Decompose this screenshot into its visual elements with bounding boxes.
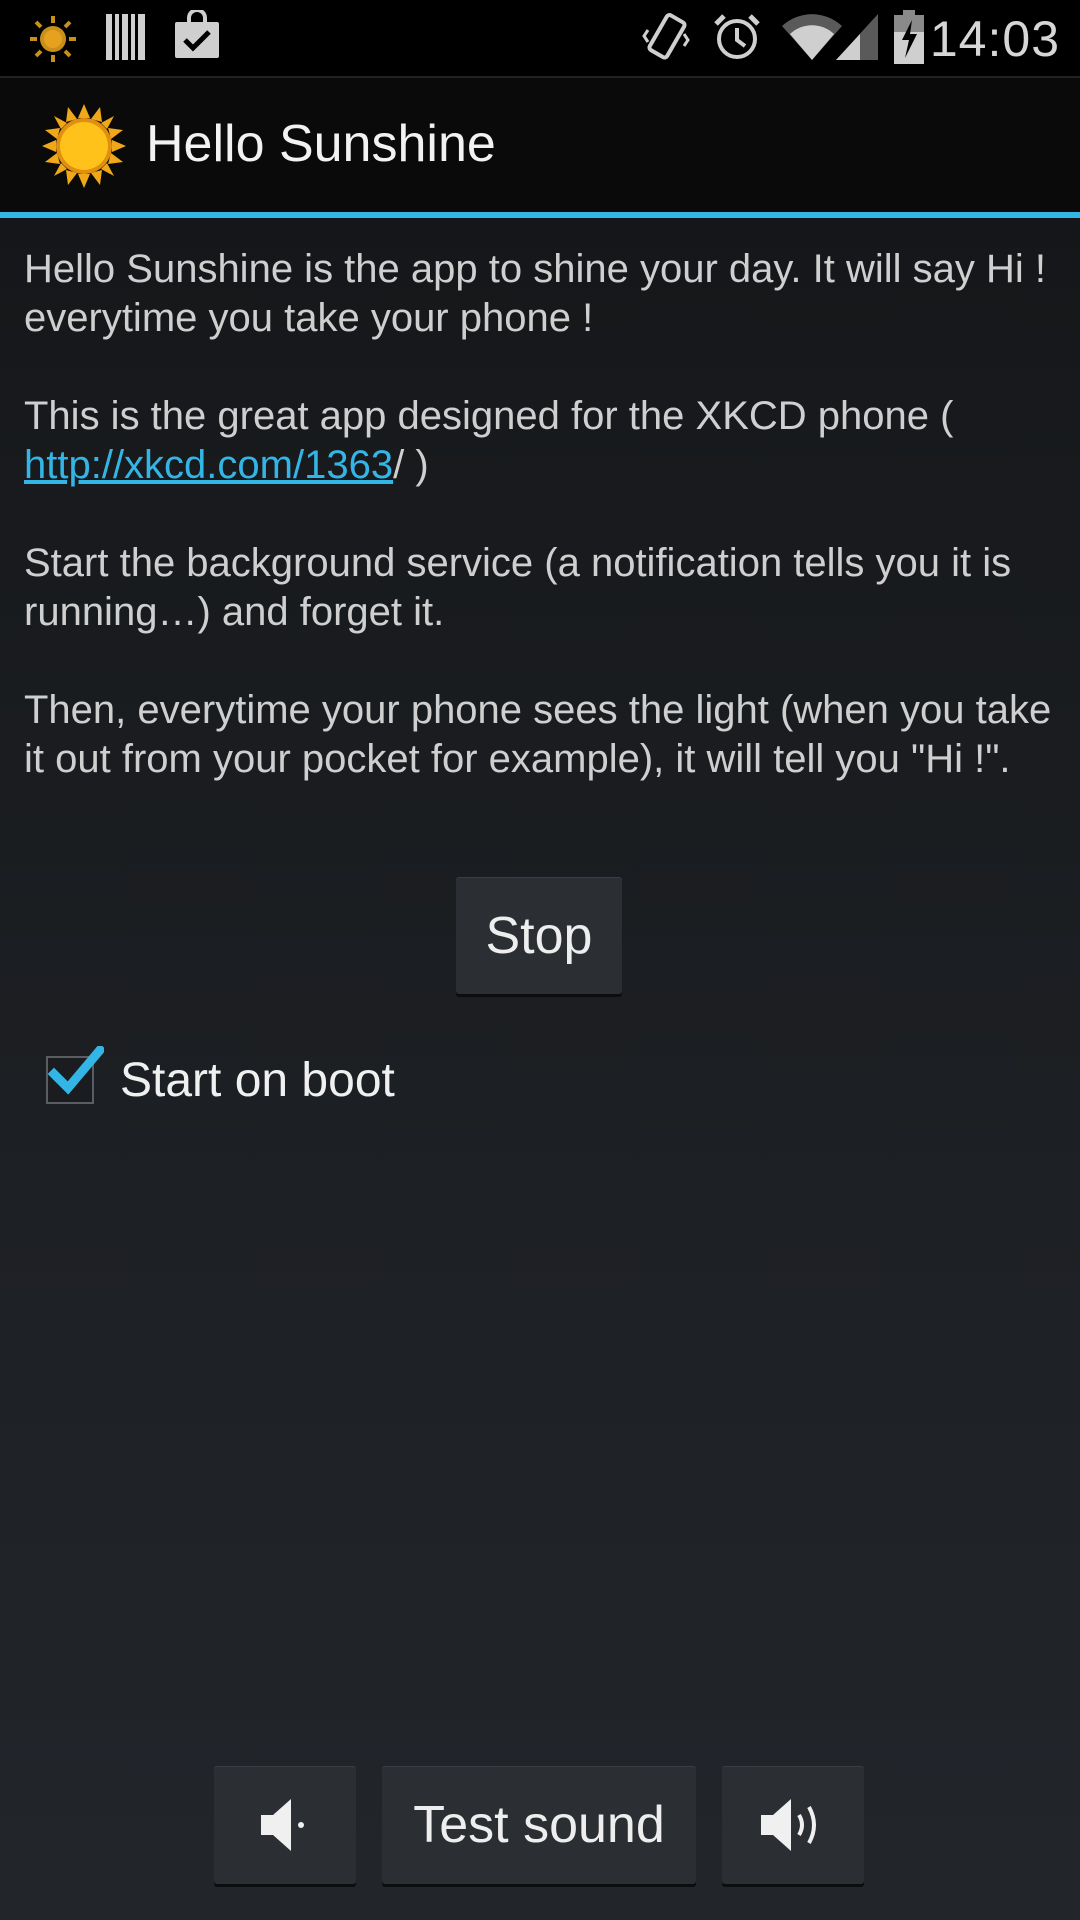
xkcd-text-before: This is the great app designed for the X… [24, 394, 954, 438]
start-on-boot-label: Start on boot [120, 1053, 395, 1107]
stop-button[interactable]: Stop [456, 877, 622, 994]
battery-charging-icon [894, 10, 924, 64]
xkcd-text-after: / ) [393, 443, 429, 487]
page-title: Hello Sunshine [146, 115, 496, 173]
signal-icon [836, 14, 878, 60]
checkmark-icon [48, 1046, 104, 1095]
wifi-icon [782, 14, 842, 60]
volume-down-button[interactable] [214, 1766, 356, 1884]
checkbox-box[interactable] [46, 1046, 104, 1104]
action-bar-divider [0, 212, 1080, 218]
volume-up-icon [761, 1799, 816, 1851]
description-text: Hello Sunshine is the app to shine your … [24, 245, 1054, 833]
shopping-bag-check-icon [175, 10, 219, 58]
sun-icon [42, 104, 126, 188]
status-time: 14:03 [929, 11, 1060, 67]
xkcd-link[interactable]: http://xkcd.com/1363 [24, 443, 393, 487]
status-bar: 14:03 [0, 0, 1080, 78]
volume-down-icon [261, 1799, 304, 1851]
test-sound-button[interactable]: Test sound [382, 1766, 696, 1884]
vibrate-icon [642, 13, 690, 60]
service-paragraph: Start the background service (a notifica… [24, 541, 1012, 634]
volume-up-button[interactable] [722, 1766, 864, 1884]
start-on-boot-checkbox[interactable]: Start on boot [46, 1046, 395, 1110]
xkcd-paragraph: This is the great app designed for the X… [24, 392, 1054, 490]
light-paragraph: Then, everytime your phone sees the ligh… [24, 688, 1052, 781]
sun-notification-icon [30, 16, 76, 62]
barcode-icon [106, 14, 145, 60]
action-bar: Hello Sunshine [0, 78, 1080, 212]
intro-paragraph: Hello Sunshine is the app to shine your … [24, 247, 1046, 340]
alarm-icon [714, 14, 760, 59]
